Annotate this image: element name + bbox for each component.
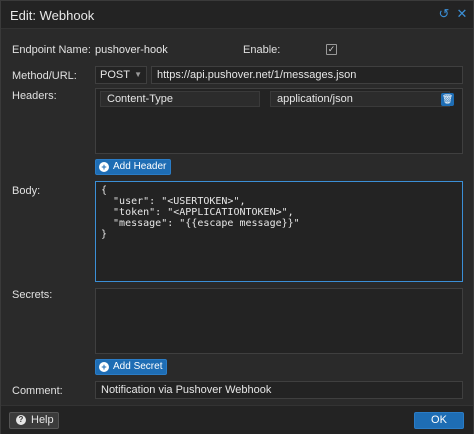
close-icon[interactable]: ✕ [455, 7, 469, 21]
reset-icon[interactable]: ↺ [437, 7, 451, 21]
trash-icon[interactable]: 🗑 [441, 93, 454, 106]
comment-label: Comment: [12, 385, 63, 397]
url-input[interactable]: https://api.pushover.net/1/messages.json [151, 66, 463, 84]
header-key-field[interactable]: Content-Type [100, 91, 260, 107]
plus-circle-icon: + [99, 162, 109, 172]
endpoint-name-value: pushover-hook [95, 44, 168, 56]
check-icon: ✓ [327, 44, 336, 54]
header-key-value: Content-Type [107, 93, 174, 105]
header-value-value: application/json [277, 93, 353, 105]
method-url-label: Method/URL: [12, 70, 77, 82]
ok-button[interactable]: OK [414, 412, 464, 429]
secrets-label: Secrets: [12, 289, 53, 301]
header-row: Content-Type application/json [100, 91, 454, 107]
dialog-title: Edit: Webhook [10, 8, 95, 23]
add-header-label: Add Header [113, 161, 167, 172]
plus-circle-icon: + [99, 362, 109, 372]
help-button-label: Help [31, 414, 54, 426]
edit-webhook-dialog: Edit: Webhook ↺ ✕ Endpoint Name: pushove… [0, 0, 474, 434]
enable-checkbox[interactable]: ✓ [326, 44, 337, 55]
body-label: Body: [12, 185, 41, 197]
question-circle-icon: ? [16, 415, 26, 425]
enable-label: Enable: [243, 44, 281, 56]
url-input-value: https://api.pushover.net/1/messages.json [157, 69, 357, 81]
dialog-footer: ? Help OK [1, 405, 473, 434]
body-textarea[interactable]: { "user": "<USERTOKEN>", "token": "<APPL… [95, 181, 463, 282]
endpoint-name-label: Endpoint Name: [12, 44, 91, 56]
method-select[interactable]: POST ▼ [95, 66, 147, 84]
comment-input-value: Notification via Pushover Webhook [101, 384, 272, 396]
header-value-field[interactable]: application/json [270, 91, 450, 107]
secrets-panel [95, 288, 463, 354]
add-secret-label: Add Secret [113, 361, 163, 372]
method-select-value: POST [100, 69, 130, 81]
dialog-titlebar: Edit: Webhook ↺ ✕ [1, 1, 473, 29]
comment-input[interactable]: Notification via Pushover Webhook [95, 381, 463, 399]
headers-label: Headers: [12, 90, 57, 102]
chevron-down-icon: ▼ [134, 70, 142, 79]
help-button[interactable]: ? Help [9, 412, 59, 429]
add-header-button[interactable]: + Add Header [95, 159, 172, 175]
headers-panel: Content-Type application/json 🗑 [95, 88, 463, 154]
add-secret-button[interactable]: + Add Secret [95, 359, 168, 375]
